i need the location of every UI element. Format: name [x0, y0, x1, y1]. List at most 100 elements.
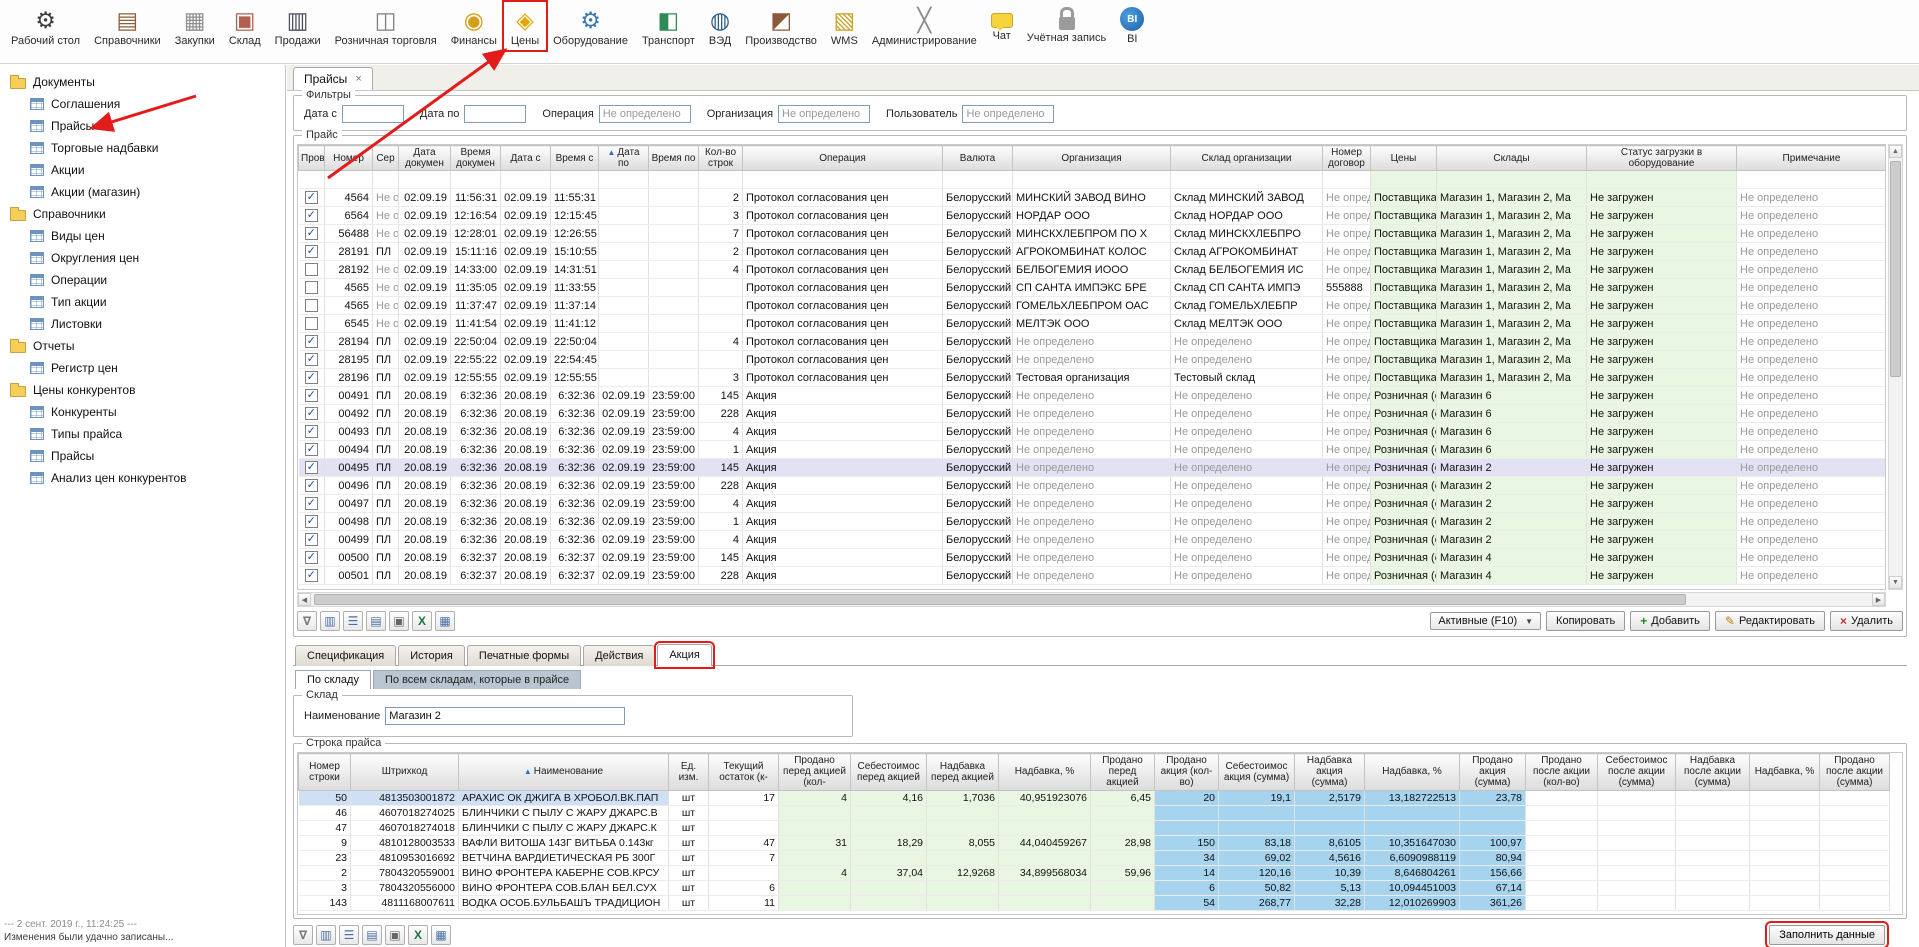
row-checkbox[interactable]: ✓ [305, 425, 318, 438]
row-checkbox[interactable]: ✓ [305, 443, 318, 456]
list-icon[interactable]: ☰ [339, 925, 359, 945]
filter-organization-input[interactable]: Не определено [778, 105, 870, 123]
toolbar-item-production[interactable]: ◩Производство [738, 2, 824, 50]
toolbar-item-desktop[interactable]: ⚙Рабочий стол [4, 2, 87, 50]
row-checkbox[interactable]: ✓ [305, 389, 318, 402]
table-row[interactable]: ✓00499ПЛ20.08.196:32:3620.08.196:32:3602… [299, 531, 1887, 549]
row-checkbox[interactable]: ✓ [305, 515, 318, 528]
table-row[interactable]: 504813503001872АРАХИС ОК ДЖИГА В ХРОБОЛ.… [299, 790, 1890, 805]
table-row[interactable]: ✓00501ПЛ20.08.196:32:3720.08.196:32:3702… [299, 567, 1887, 585]
table-row[interactable]: 4565Не о02.09.1911:37:4702.09.1911:37:14… [299, 297, 1887, 315]
toolbar-item-purchases[interactable]: ▦Закупки [168, 2, 222, 50]
filter-icon[interactable]: ∇ [297, 611, 317, 631]
column-header[interactable]: Текущий остаток (к- [709, 754, 779, 791]
grid-settings-icon[interactable]: ▤ [366, 611, 386, 631]
column-header[interactable]: Продано акция (кол-во) [1155, 754, 1219, 791]
column-header[interactable]: Штрихкод [351, 754, 459, 791]
column-header[interactable]: Валюта [943, 146, 1013, 171]
sidebar-item-price-roundings[interactable]: Округления цен [0, 247, 285, 269]
row-checkbox[interactable]: ✓ [305, 569, 318, 582]
layout-icon[interactable]: ▦ [435, 611, 455, 631]
table-row[interactable]: ✓00497ПЛ20.08.196:32:3620.08.196:32:3602… [299, 495, 1887, 513]
sidebar-item-promos-shop[interactable]: Акции (магазин) [0, 181, 285, 203]
row-checkbox[interactable]: ✓ [305, 551, 318, 564]
table-row[interactable]: 94810128003533ВАФЛИ ВИТОША 143Г ВИТЬБА 0… [299, 835, 1890, 850]
vertical-scrollbar[interactable]: ▲ ▼ [1888, 144, 1903, 590]
column-header[interactable]: Себестоимос перед акцией [851, 754, 927, 791]
column-header[interactable]: Надбавка, % [999, 754, 1091, 791]
toolbar-item-transport[interactable]: ◧Транспорт [635, 2, 702, 50]
toolbar-item-retail[interactable]: ◫Розничная торговля [328, 2, 444, 50]
toolbar-item-wms[interactable]: ▧WMS [824, 2, 865, 50]
copy-button[interactable]: Копировать [1546, 611, 1625, 631]
subtab-by-all-warehouses[interactable]: По всем складам, которые в прайсе [373, 670, 581, 689]
table-row[interactable]: 27804320559001ВИНО ФРОНТЕРА КАБЕРНЕ СОВ.… [299, 865, 1890, 880]
tab-specification[interactable]: Спецификация [295, 645, 396, 666]
sidebar-item-competitor-analysis[interactable]: Анализ цен конкурентов [0, 467, 285, 489]
scroll-down-icon[interactable]: ▼ [1889, 576, 1902, 589]
column-header[interactable]: Склады [1437, 146, 1587, 171]
list-icon[interactable]: ☰ [343, 611, 363, 631]
column-header[interactable]: Надбавка, % [1750, 754, 1820, 791]
toolbar-item-equipment[interactable]: ⚙Оборудование [546, 2, 635, 50]
table-row[interactable]: 234810953016692ВЕТЧИНА ВАРДИЕТИЧЕСКАЯ РБ… [299, 850, 1890, 865]
table-row[interactable]: 28192Не о02.09.1914:33:0002.09.1914:31:5… [299, 261, 1887, 279]
toolbar-item-sales[interactable]: ▥Продажи [268, 2, 328, 50]
hscroll-track[interactable] [312, 594, 1871, 605]
toolbar-item-warehouse[interactable]: ▣Склад [222, 2, 268, 50]
column-header[interactable]: Цены [1371, 146, 1437, 171]
table-row[interactable]: ✓56488Не о02.09.1912:28:0102.09.1912:26:… [299, 225, 1887, 243]
tab-history[interactable]: История [398, 645, 465, 666]
filter-user-input[interactable]: Не определено [962, 105, 1054, 123]
hscroll-thumb[interactable] [314, 594, 1686, 605]
sidebar-item-agreements[interactable]: Соглашения [0, 93, 285, 115]
columns-icon[interactable]: ▥ [316, 925, 336, 945]
row-checkbox[interactable]: ✓ [305, 497, 318, 510]
column-header[interactable]: Время докумен [451, 146, 501, 171]
filter-operation-input[interactable]: Не определено [599, 105, 691, 123]
tab-actions[interactable]: Действия [583, 645, 655, 666]
toolbar-item-chat[interactable]: Чат [984, 2, 1020, 45]
column-header[interactable]: Операция [743, 146, 943, 171]
column-header[interactable]: Продано перед акцией (кол- [779, 754, 851, 791]
toolbar-item-prices[interactable]: ◈Цены [504, 2, 546, 50]
tab-pricelists[interactable]: Прайсы × [293, 67, 373, 90]
table-row[interactable]: ✓4564Не о02.09.1911:56:3102.09.1911:55:3… [299, 189, 1887, 207]
fill-data-button[interactable]: Заполнить данные [1769, 925, 1885, 945]
table-row[interactable]: ✓28195ПЛ02.09.1922:55:2202.09.1922:54:45… [299, 351, 1887, 369]
column-header[interactable]: Себестоимос акция (сумма) [1219, 754, 1295, 791]
toolbar-item-bi[interactable]: BIBI [1113, 2, 1151, 48]
table-row[interactable]: 1434811168007611ВОДКА ОСОБ.БУЛЬБАШЪ ТРАД… [299, 895, 1890, 910]
vscroll-track[interactable] [1890, 159, 1901, 575]
sidebar-section-references[interactable]: Справочники [0, 203, 285, 225]
row-checkbox[interactable]: ✓ [305, 191, 318, 204]
toolbar-item-references[interactable]: ▤Справочники [87, 2, 168, 50]
toolbar-item-finance[interactable]: ◉Финансы [444, 2, 504, 50]
row-checkbox[interactable]: ✓ [305, 407, 318, 420]
column-header[interactable]: Время по [649, 146, 699, 171]
row-checkbox[interactable]: ✓ [305, 335, 318, 348]
warehouse-name-input[interactable]: Магазин 2 [385, 707, 625, 725]
sidebar-section-documents[interactable]: Документы [0, 71, 285, 93]
table-row[interactable]: ✓00491ПЛ20.08.196:32:3620.08.196:32:3602… [299, 387, 1887, 405]
row-checkbox[interactable]: ✓ [305, 245, 318, 258]
table-row[interactable]: ✓00492ПЛ20.08.196:32:3620.08.196:32:3602… [299, 405, 1887, 423]
edit-button[interactable]: ✎Редактировать [1715, 611, 1825, 631]
sidebar-item-pricelist-types[interactable]: Типы прайса [0, 423, 285, 445]
tab-promo[interactable]: Акция [657, 644, 712, 666]
scroll-left-icon[interactable]: ◀ [298, 593, 311, 606]
row-checkbox[interactable] [305, 263, 318, 276]
column-header[interactable]: Продано после акции (кол-во) [1526, 754, 1598, 791]
toolbar-item-ved[interactable]: ◍ВЭД [702, 2, 738, 50]
sidebar-item-promo-type[interactable]: Тип акции [0, 291, 285, 313]
row-checkbox[interactable]: ✓ [305, 533, 318, 546]
column-header[interactable]: Продано перед акцией [1091, 754, 1155, 791]
table-row[interactable]: ✓28191ПЛ02.09.1915:11:1602.09.1915:10:55… [299, 243, 1887, 261]
sidebar-item-promos[interactable]: Акции [0, 159, 285, 181]
active-filter-select[interactable]: Активные (F10) ▼ [1430, 612, 1541, 630]
row-checkbox[interactable]: ✓ [305, 461, 318, 474]
vscroll-thumb[interactable] [1890, 161, 1901, 377]
table-row[interactable]: 464607018274025БЛИНЧИКИ С ПЫЛУ С ЖАРУ ДЖ… [299, 805, 1890, 820]
row-checkbox[interactable] [305, 299, 318, 312]
row-checkbox[interactable]: ✓ [305, 227, 318, 240]
